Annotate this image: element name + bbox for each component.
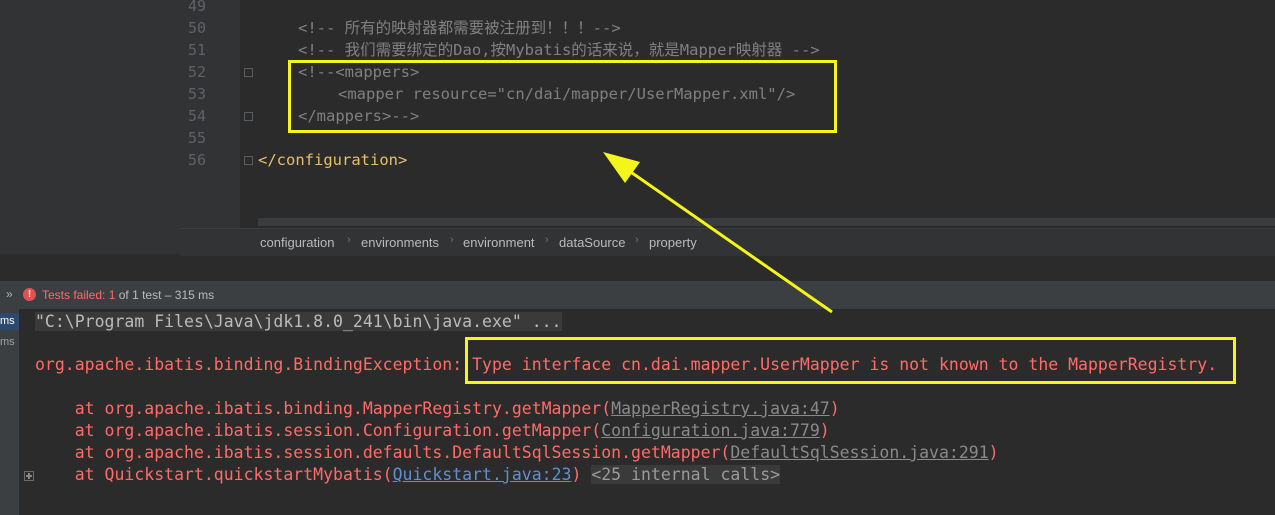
line-number: 53 xyxy=(187,85,206,103)
stack-frame-suffix: ) xyxy=(829,399,840,418)
breadcrumb-item-datasource[interactable]: dataSource xyxy=(559,235,626,250)
line-number: 49 xyxy=(187,0,206,15)
stack-link[interactable]: MapperRegistry.java:47 xyxy=(611,399,830,418)
highlight-box-mappers xyxy=(288,60,837,133)
stack-frame-text: at org.apache.ibatis.session.defaults.De… xyxy=(35,443,731,462)
test-duration[interactable]: ms xyxy=(0,335,15,349)
breadcrumb: configuration › environments › environme… xyxy=(180,228,1275,256)
breadcrumb-separator-icon: › xyxy=(635,234,639,246)
stack-line: at org.apache.ibatis.session.defaults.De… xyxy=(35,442,999,464)
stack-link[interactable]: Configuration.java:779 xyxy=(601,421,820,440)
line-number: 50 xyxy=(187,19,206,37)
tests-failed-label: Tests failed: xyxy=(42,288,106,302)
test-status-text: Tests failed: 1 of 1 test – 315 ms xyxy=(42,288,214,302)
breadcrumb-item-environment[interactable]: environment xyxy=(463,235,535,250)
line-number: 54 xyxy=(187,107,206,125)
line-number: 52 xyxy=(187,63,206,81)
project-panel-strip xyxy=(0,0,180,254)
fold-marker-icon[interactable] xyxy=(244,68,253,77)
test-tree-panel: ms ms xyxy=(0,309,19,515)
code-line-51[interactable]: <!-- 我们需要绑定的Dao,按Mybatis的话来说，就是Mapper映射器… xyxy=(298,39,820,61)
stack-frame-text: at org.apache.ibatis.session.Configurati… xyxy=(35,421,602,440)
chevron-double-right-icon[interactable]: » xyxy=(6,287,13,301)
console-command-line: "C:\Program Files\Java\jdk1.8.0_241\bin\… xyxy=(35,311,562,333)
breadcrumb-item-property[interactable]: property xyxy=(649,235,697,250)
editor-horizontal-scrollbar[interactable] xyxy=(258,218,1275,226)
stack-frame-suffix: ) xyxy=(571,465,582,484)
internal-calls-fold[interactable]: <25 internal calls> xyxy=(591,465,781,484)
stack-frame-suffix: ) xyxy=(988,443,999,462)
breadcrumb-separator-icon: › xyxy=(450,234,454,246)
line-number: 55 xyxy=(187,129,206,147)
fold-marker-icon[interactable] xyxy=(244,156,253,165)
tests-summary: of 1 test – 315 ms xyxy=(118,288,215,302)
stack-frame-text: at org.apache.ibatis.binding.MapperRegis… xyxy=(35,399,612,418)
error-circle-icon: ! xyxy=(23,288,36,301)
test-status-bar: » ! Tests failed: 1 of 1 test – 315 ms xyxy=(0,281,1275,309)
java-command[interactable]: "C:\Program Files\Java\jdk1.8.0_241\bin\… xyxy=(35,312,562,331)
line-number: 51 xyxy=(187,41,206,59)
exception-class: org.apache.ibatis.binding.BindingExcepti… xyxy=(35,355,463,374)
breadcrumb-item-environments[interactable]: environments xyxy=(361,235,439,250)
stack-line: at org.apache.ibatis.binding.MapperRegis… xyxy=(35,398,840,420)
stack-frame-text: at Quickstart.quickstartMybatis( xyxy=(35,465,393,484)
line-number: 56 xyxy=(187,151,206,169)
highlight-box-error xyxy=(465,337,1236,384)
breadcrumb-item-configuration[interactable]: configuration xyxy=(260,235,334,250)
fold-marker-icon[interactable] xyxy=(244,112,253,121)
code-line-50[interactable]: <!-- 所有的映射器都需要被注册到！！！--> xyxy=(298,17,621,39)
stack-link[interactable]: DefaultSqlSession.java:291 xyxy=(730,443,988,462)
arrow-head xyxy=(603,152,640,183)
stack-line: at org.apache.ibatis.session.Configurati… xyxy=(35,420,830,442)
stack-line: at Quickstart.quickstartMybatis(Quicksta… xyxy=(35,464,781,486)
expand-plus-icon[interactable] xyxy=(24,471,34,481)
test-duration-selected[interactable]: ms xyxy=(0,313,19,330)
tests-failed-count: 1 xyxy=(108,288,116,302)
breadcrumb-separator-icon: › xyxy=(347,234,351,246)
stack-link[interactable]: Quickstart.java:23 xyxy=(393,465,572,484)
breadcrumb-separator-icon: › xyxy=(545,234,549,246)
code-line-56[interactable]: </configuration> xyxy=(258,149,407,171)
stack-frame-suffix: ) xyxy=(819,421,830,440)
